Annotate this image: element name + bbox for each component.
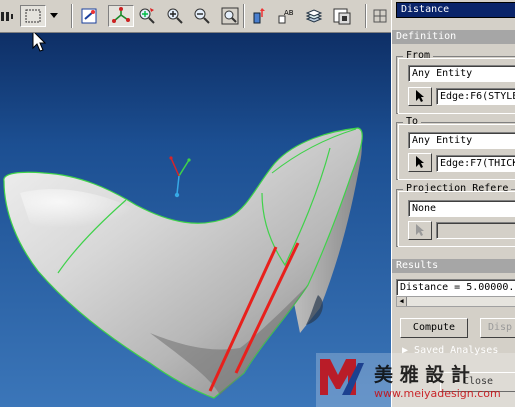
graphics-viewport[interactable] [0, 33, 391, 407]
from-filter-select[interactable]: Any Entity [408, 65, 515, 82]
arrow-pointer-icon [416, 224, 424, 236]
datum-icon[interactable] [0, 5, 14, 27]
named-view-icon[interactable]: AB [276, 5, 298, 27]
definition-header: Definition [392, 30, 515, 44]
distance-analysis-panel: Distance Definition From Any Entity Edge… [391, 0, 515, 407]
results-text: Distance = 5.00000. [396, 279, 515, 296]
arrow-pointer-icon [416, 156, 424, 168]
arrow-pointer-icon [416, 90, 424, 102]
dropdown-arrow-icon[interactable] [47, 5, 61, 27]
zoom-in-plus-icon[interactable] [164, 5, 186, 27]
from-label: From [403, 50, 434, 61]
projection-reference-field[interactable] [436, 222, 515, 239]
refit-icon[interactable] [219, 5, 241, 27]
analysis-type-field[interactable]: Distance [396, 2, 515, 18]
spin-center-icon[interactable] [79, 5, 101, 27]
watermark-brand: 美 雅 設 計 [374, 363, 470, 386]
to-label: To [403, 116, 422, 127]
mouse-cursor-icon [32, 33, 47, 52]
repaint-icon[interactable] [371, 5, 391, 27]
to-filter-select[interactable]: Any Entity [408, 132, 515, 149]
model-render [3, 127, 363, 399]
model-tree-icon[interactable] [331, 5, 353, 27]
from-select-button[interactable] [408, 87, 432, 106]
zoom-out-icon[interactable] [191, 5, 213, 27]
display-button[interactable]: Disp [480, 318, 515, 338]
results-header: Results [392, 259, 515, 273]
projection-label: Projection Refere [403, 183, 512, 194]
from-selection-field[interactable]: Edge:F6(STYLE [436, 88, 515, 105]
main-toolbar: AB [0, 0, 391, 33]
site-watermark: 美 雅 設 計 www.meiyadesign.com [316, 353, 515, 407]
to-select-button[interactable] [408, 153, 432, 172]
toolbar-separator [71, 4, 73, 28]
toolbar-separator [365, 4, 367, 28]
layers-icon[interactable] [303, 5, 325, 27]
meiya-logo: 美 雅 設 計 www.meiyadesign.com [316, 353, 515, 407]
scroll-left-icon[interactable]: ◀ [397, 297, 407, 306]
orient-icon[interactable] [108, 5, 134, 27]
to-selection-field[interactable]: Edge:F7(THICK [436, 155, 515, 172]
compute-button[interactable]: Compute [400, 318, 468, 338]
view-manager-icon[interactable] [248, 5, 270, 27]
select-box-icon[interactable] [20, 5, 46, 27]
projection-select-button[interactable] [408, 221, 432, 240]
coordinate-triad-icon [169, 156, 191, 198]
projection-select[interactable]: None [408, 200, 515, 217]
toolbar-separator [243, 4, 245, 28]
results-scrollbar[interactable]: ◀ [396, 296, 515, 307]
zoom-in-icon[interactable] [136, 5, 158, 27]
watermark-url: www.meiyadesign.com [374, 387, 501, 400]
